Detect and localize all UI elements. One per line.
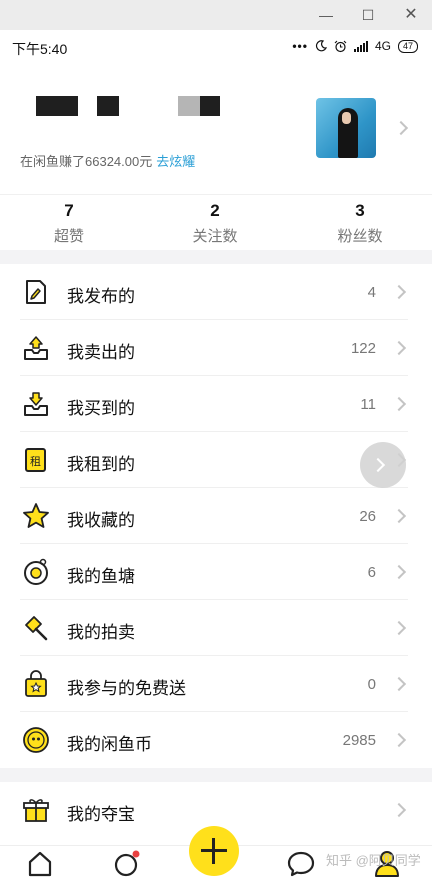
menu-item-count: 2985 <box>342 732 376 749</box>
redacted-name-block <box>97 96 119 116</box>
stat-likes[interactable]: 7 超赞 <box>9 201 129 246</box>
signal-icon <box>353 40 368 52</box>
status-bar: 下午5:40 ••• 4G 47 <box>0 30 432 64</box>
chat-icon[interactable] <box>286 848 316 877</box>
chevron-right-icon <box>391 732 407 748</box>
gift-bag-icon <box>25 670 47 697</box>
status-time: 下午5:40 <box>12 41 68 57</box>
svg-text:租: 租 <box>30 455 41 468</box>
menu-item-label: 我参与的免费送 <box>67 679 186 698</box>
menu-item-coins[interactable]: 我的闲鱼币 2985 <box>0 712 432 768</box>
earned-summary: 在闲鱼赚了66324.00元 去炫耀 <box>20 151 195 170</box>
menu-item-sold[interactable]: 我卖出的 122 <box>0 320 432 376</box>
stats-row: 7 超赞 2 关注数 3 粉丝数 <box>0 194 432 250</box>
close-button[interactable]: ✕ <box>401 6 421 24</box>
plus-icon <box>212 838 215 864</box>
window-title-bar: — ☐ ✕ <box>0 0 432 30</box>
publish-button[interactable] <box>189 826 239 876</box>
document-edit-icon <box>26 280 46 304</box>
minimize-button[interactable]: — <box>316 6 336 24</box>
menu-item-free-giveaway[interactable]: 我参与的免费送 0 <box>0 656 432 712</box>
stat-following[interactable]: 2 关注数 <box>155 201 275 246</box>
stat-label: 关注数 <box>192 228 238 245</box>
menu-item-count: 26 <box>359 508 376 525</box>
stat-label: 粉丝数 <box>337 228 383 245</box>
menu-item-auction[interactable]: 我的拍卖 <box>0 600 432 656</box>
chevron-right-icon <box>391 396 407 412</box>
menu-item-label: 我发布的 <box>67 287 135 306</box>
chevron-right-icon <box>393 120 409 136</box>
stat-value: 3 <box>355 201 365 220</box>
battery-indicator: 47 <box>397 39 418 53</box>
menu-item-label: 我租到的 <box>67 455 135 474</box>
stat-label: 超赞 <box>53 228 84 245</box>
avatar-face <box>342 112 351 124</box>
menu-item-published[interactable]: 我发布的 4 <box>0 264 432 320</box>
show-off-link[interactable]: 去炫耀 <box>156 154 195 169</box>
chevron-right-icon <box>391 564 407 580</box>
menu-item-bought[interactable]: 我买到的 11 <box>0 376 432 432</box>
menu-item-label: 我卖出的 <box>67 343 135 362</box>
section-divider <box>0 768 432 782</box>
menu-item-fish-pond[interactable]: 我的鱼塘 6 <box>0 544 432 600</box>
more-dots-icon: ••• <box>292 39 308 53</box>
earned-text: 在闲鱼赚了66324.00元 <box>20 154 153 169</box>
menu-item-label: 我的闲鱼币 <box>67 735 152 754</box>
menu-item-count: 6 <box>367 564 376 581</box>
menu-item-label: 我的夺宝 <box>67 805 135 824</box>
menu-item-count: 11 <box>360 396 376 413</box>
menu-item-label: 我买到的 <box>67 399 135 418</box>
home-icon[interactable] <box>25 848 55 877</box>
fish-pond-icon <box>24 558 48 585</box>
gift-box-icon <box>23 799 49 822</box>
redacted-name-block <box>36 96 78 116</box>
star-icon <box>23 503 49 528</box>
menu-item-count: 122 <box>350 340 376 357</box>
menu-item-count: 4 <box>367 284 376 301</box>
redacted-name-block <box>200 96 220 116</box>
menu-item-label: 我的拍卖 <box>67 623 135 642</box>
menu-item-count: 0 <box>367 676 376 693</box>
chevron-right-icon <box>391 508 407 524</box>
coin-icon <box>23 727 49 753</box>
stat-value: 7 <box>64 201 74 220</box>
menu-item-label: 我的鱼塘 <box>67 567 135 586</box>
avatar[interactable] <box>316 98 376 158</box>
fish-pond-tab-icon[interactable] <box>112 848 142 877</box>
box-download-icon <box>24 392 48 416</box>
chevron-right-icon <box>370 457 386 473</box>
floating-assist-button[interactable] <box>360 442 406 488</box>
stat-value: 2 <box>210 201 220 220</box>
status-icons: ••• 4G 47 <box>292 39 418 53</box>
moon-icon <box>315 40 327 52</box>
rent-icon: 租 <box>25 448 46 472</box>
watermark-text: 知乎 @阿贝同学 <box>326 853 421 868</box>
redacted-name-block <box>178 96 200 116</box>
chevron-right-icon <box>391 802 407 818</box>
network-type: 4G <box>374 39 391 53</box>
alarm-icon <box>334 40 347 52</box>
menu-item-favorites[interactable]: 我收藏的 26 <box>0 488 432 544</box>
auction-icon <box>25 616 48 641</box>
stat-followers[interactable]: 3 粉丝数 <box>300 201 420 246</box>
box-upload-icon <box>24 336 48 360</box>
section-divider <box>0 250 432 264</box>
chevron-right-icon <box>391 620 407 636</box>
maximize-button[interactable]: ☐ <box>358 6 378 24</box>
chevron-right-icon <box>391 340 407 356</box>
profile-header[interactable]: 在闲鱼赚了66324.00元 去炫耀 <box>0 64 432 194</box>
menu-item-label: 我收藏的 <box>67 511 135 530</box>
chevron-right-icon <box>391 284 407 300</box>
chevron-right-icon <box>391 676 407 692</box>
